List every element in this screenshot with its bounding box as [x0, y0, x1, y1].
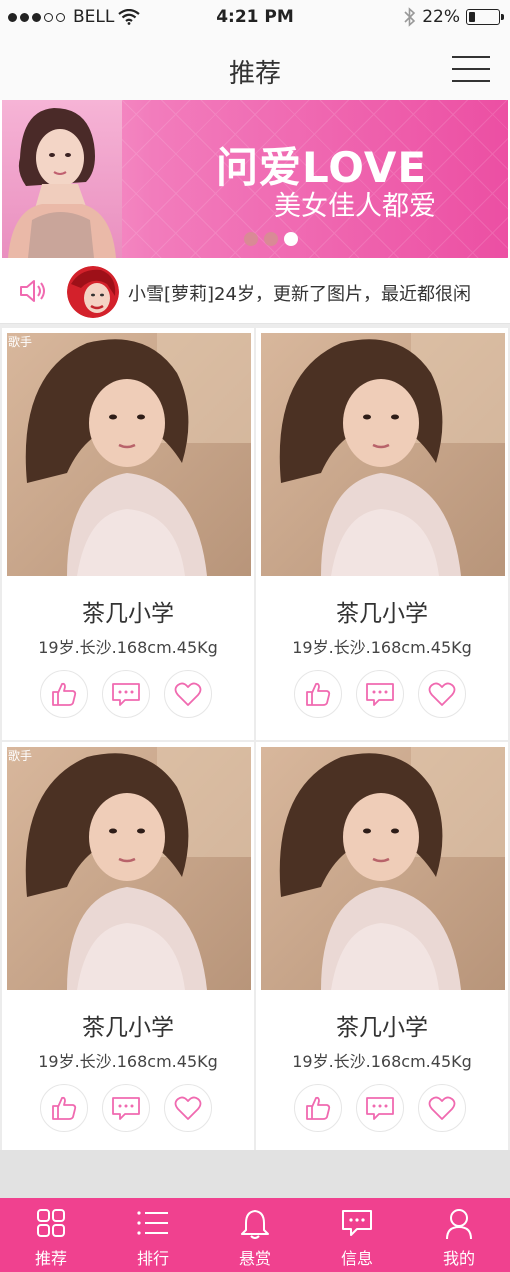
heart-button[interactable]	[164, 670, 212, 718]
profile-card[interactable]: 茶几小学 19岁.长沙.168cm.45Kg	[256, 328, 508, 740]
comment-icon	[111, 1095, 141, 1121]
promo-banner[interactable]: 问爱LOVE 美女佳人都爱	[2, 100, 508, 258]
comment-icon	[365, 1095, 395, 1121]
pager-dot[interactable]	[264, 232, 278, 246]
profile-photo[interactable]	[261, 747, 505, 990]
thumbs-up-icon	[50, 1095, 78, 1121]
heart-icon	[174, 1095, 202, 1121]
heart-icon	[428, 1095, 456, 1121]
tab-message[interactable]: 信息	[306, 1198, 408, 1272]
tab-label: 悬赏	[238, 1249, 271, 1268]
pager-dot-active[interactable]	[284, 232, 298, 246]
card-actions	[294, 1084, 466, 1132]
notice-text: 小雪[萝莉]24岁，更新了图片，最近都很闲	[128, 284, 471, 305]
profile-name: 茶几小学	[82, 1015, 174, 1041]
notice-bar[interactable]: 小雪[萝莉]24岁，更新了图片，最近都很闲	[0, 258, 510, 324]
profile-info: 19岁.长沙.168cm.45Kg	[38, 1052, 218, 1071]
banner-tagline: 美女佳人都爱	[274, 191, 436, 222]
tab-user[interactable]: 我的	[408, 1198, 510, 1272]
profile-name: 茶几小学	[82, 601, 174, 627]
profile-name: 茶几小学	[336, 1015, 428, 1041]
thumbs-up-button[interactable]	[40, 670, 88, 718]
list-end-spacer	[0, 1150, 510, 1198]
profile-card[interactable]: 茶几小学 19岁.长沙.168cm.45Kg	[256, 742, 508, 1154]
heart-icon	[174, 681, 202, 707]
tab-bell[interactable]: 悬赏	[204, 1198, 306, 1272]
page-title: 推荐	[228, 59, 281, 89]
profile-card[interactable]: 歌手茶几小学 19岁.长沙.168cm.45Kg	[2, 742, 254, 1154]
tab-label: 我的	[442, 1249, 475, 1268]
thumbs-up-button[interactable]	[294, 670, 342, 718]
speaker-icon	[20, 280, 45, 302]
tab-label: 排行	[136, 1249, 169, 1268]
tab-label: 推荐	[34, 1249, 67, 1268]
banner-pager[interactable]	[244, 232, 298, 246]
comment-button[interactable]	[102, 1084, 150, 1132]
avatar[interactable]	[67, 266, 119, 318]
tab-label: 信息	[340, 1249, 373, 1268]
banner-model-photo	[2, 100, 122, 258]
heart-button[interactable]	[164, 1084, 212, 1132]
profile-photo[interactable]	[7, 747, 251, 990]
thumbs-up-button[interactable]	[294, 1084, 342, 1132]
profile-photo[interactable]	[7, 333, 251, 576]
comment-button[interactable]	[356, 1084, 404, 1132]
profile-name: 茶几小学	[336, 601, 428, 627]
tab-bar: 推荐 排行 悬赏 信息 我的	[0, 1198, 510, 1272]
battery-percent: 22%	[422, 7, 460, 27]
profile-badge: 歌手	[8, 749, 33, 763]
menu-button[interactable]	[452, 54, 490, 84]
thumbs-up-icon	[50, 681, 78, 707]
profile-info: 19岁.长沙.168cm.45Kg	[38, 638, 218, 657]
tab-list[interactable]: 排行	[102, 1198, 204, 1272]
profile-photo[interactable]	[261, 333, 505, 576]
pager-dot[interactable]	[244, 232, 258, 246]
card-actions	[40, 670, 212, 718]
tab-grid[interactable]: 推荐	[0, 1198, 102, 1272]
profile-info: 19岁.长沙.168cm.45Kg	[292, 638, 472, 657]
profile-info: 19岁.长沙.168cm.45Kg	[292, 1052, 472, 1071]
navigation-bar: 推荐	[0, 36, 510, 100]
thumbs-up-icon	[304, 681, 332, 707]
battery-icon	[466, 9, 504, 25]
card-actions	[294, 670, 466, 718]
heart-icon	[428, 681, 456, 707]
comment-button[interactable]	[102, 670, 150, 718]
bluetooth-icon	[404, 7, 416, 27]
comment-icon	[111, 681, 141, 707]
comment-button[interactable]	[356, 670, 404, 718]
profile-card[interactable]: 歌手茶几小学 19岁.长沙.168cm.45Kg	[2, 328, 254, 740]
profile-badge: 歌手	[8, 335, 33, 349]
heart-button[interactable]	[418, 1084, 466, 1132]
heart-button[interactable]	[418, 670, 466, 718]
comment-icon	[365, 681, 395, 707]
status-bar: BELL 4:21 PM 22%	[0, 0, 510, 36]
thumbs-up-button[interactable]	[40, 1084, 88, 1132]
thumbs-up-icon	[304, 1095, 332, 1121]
card-actions	[40, 1084, 212, 1132]
profile-grid: 歌手 茶几小学 19岁.长沙.168cm.45Kg 茶几小学 19岁.长沙.168cm.…	[0, 324, 510, 1154]
